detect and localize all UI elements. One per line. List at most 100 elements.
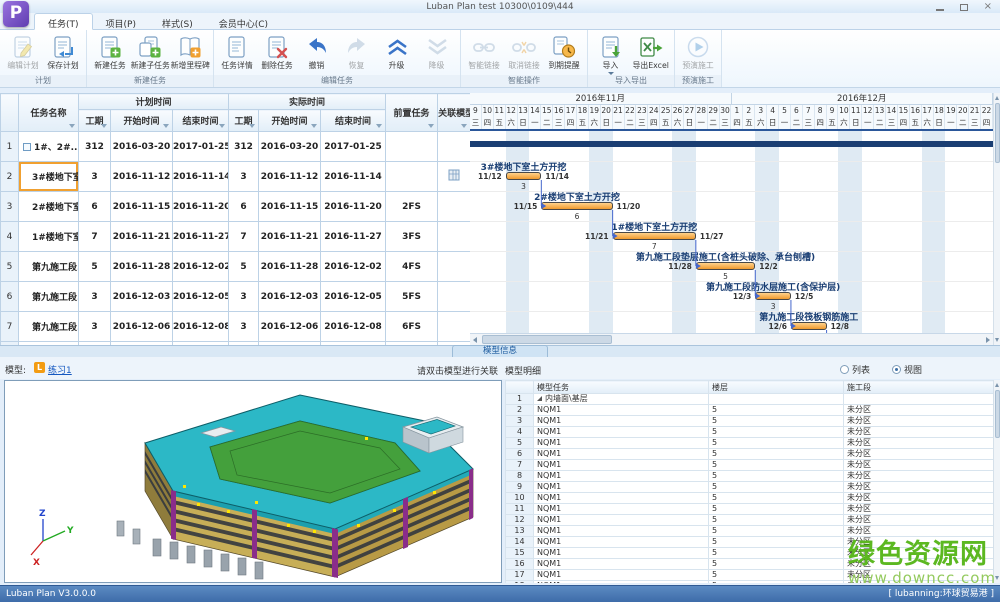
export-excel-button[interactable]: 导出Excel bbox=[631, 32, 671, 71]
menu-tab-3[interactable]: 会员中心(C) bbox=[206, 14, 281, 31]
task-row-7[interactable]: 7第九施工段...32016-12-062016-12-0832016-12-0… bbox=[1, 312, 471, 342]
filter-arrow-icon[interactable] bbox=[69, 124, 75, 128]
model-row-18[interactable]: 18NQM15未分区 bbox=[506, 581, 994, 584]
task-name-cell[interactable]: 1#、2#... bbox=[19, 132, 79, 162]
radio-列表[interactable]: 列表 bbox=[840, 363, 870, 376]
model-row-13[interactable]: 13NQM15未分区 bbox=[506, 526, 994, 537]
gantt-weekday: 五 bbox=[660, 117, 672, 129]
filter-arrow-icon[interactable] bbox=[428, 124, 434, 128]
scroll-down-arrow-icon[interactable] bbox=[995, 576, 999, 580]
delete-task-button[interactable]: 删除任务 bbox=[257, 32, 297, 71]
scroll-left-arrow-icon[interactable] bbox=[473, 337, 477, 343]
filter-arrow-icon[interactable] bbox=[101, 124, 107, 128]
gantt-weekday: 一 bbox=[613, 117, 625, 129]
task-detail-button[interactable]: 任务详情 bbox=[217, 32, 257, 71]
model-row-4[interactable]: 4NQM15未分区 bbox=[506, 427, 994, 438]
filter-arrow-icon[interactable] bbox=[376, 124, 382, 128]
task-name-cell[interactable]: 2#楼地下室... bbox=[19, 192, 79, 222]
minimize-button[interactable] bbox=[936, 9, 944, 11]
tab-model-info[interactable]: 模型信息 bbox=[452, 345, 548, 357]
gantt-chart[interactable]: 3#楼地下室土方开挖11/1211/1432#楼地下室土方开挖11/1511/2… bbox=[470, 131, 993, 333]
task-name-cell[interactable]: 3#楼地下室... bbox=[19, 162, 79, 192]
menu-tab-1[interactable]: 项目(P) bbox=[93, 14, 149, 31]
filter-arrow-icon[interactable] bbox=[219, 124, 225, 128]
new-task-button[interactable]: 新建任务 bbox=[90, 32, 130, 71]
model-row-12[interactable]: 12NQM15未分区 bbox=[506, 515, 994, 526]
task-row-5[interactable]: 5第九施工段...52016-11-282016-12-0252016-11-2… bbox=[1, 252, 471, 282]
collapse-triangle-icon[interactable] bbox=[537, 396, 542, 401]
task-row-6[interactable]: 6第九施工段...32016-12-032016-12-0532016-12-0… bbox=[1, 282, 471, 312]
scroll-right-arrow-icon[interactable] bbox=[986, 337, 990, 343]
gantt-weekday: 二 bbox=[874, 117, 886, 129]
gantt-day-number: 21 bbox=[613, 105, 625, 117]
gantt-weekday: 四 bbox=[981, 117, 993, 129]
model-row-14[interactable]: 14NQM15未分区 bbox=[506, 537, 994, 548]
filter-arrow-icon[interactable] bbox=[461, 124, 467, 128]
gantt-day-number: 24 bbox=[648, 105, 660, 117]
radio-dot-icon[interactable] bbox=[892, 365, 901, 374]
model-row-6[interactable]: 6NQM15未分区 bbox=[506, 449, 994, 460]
scroll-down-arrow-icon[interactable] bbox=[995, 338, 999, 342]
task-name-cell[interactable]: 第九施工段... bbox=[19, 282, 79, 312]
restore-button[interactable] bbox=[960, 4, 968, 11]
task-name-cell[interactable]: 第九施工段... bbox=[19, 252, 79, 282]
close-button[interactable]: × bbox=[984, 3, 992, 11]
scroll-up-arrow-icon[interactable] bbox=[995, 96, 999, 100]
model-row-10[interactable]: 10NQM15未分区 bbox=[506, 493, 994, 504]
model-row-16[interactable]: 16NQM15未分区 bbox=[506, 559, 994, 570]
filter-arrow-icon[interactable] bbox=[249, 124, 255, 128]
filter-arrow-icon[interactable] bbox=[311, 124, 317, 128]
filter-arrow-icon[interactable] bbox=[163, 124, 169, 128]
reminder-button[interactable]: 到期提醒 bbox=[544, 32, 584, 71]
model-row-15[interactable]: 15NQM15未分区 bbox=[506, 548, 994, 559]
model-row-17[interactable]: 17NQM15未分区 bbox=[506, 570, 994, 581]
gantt-weekday: 三 bbox=[553, 117, 565, 129]
model-row-7[interactable]: 7NQM15未分区 bbox=[506, 460, 994, 471]
scroll-up-arrow-icon[interactable] bbox=[995, 383, 999, 387]
menu-tab-2[interactable]: 样式(S) bbox=[149, 14, 206, 31]
task-name-cell[interactable]: 1#楼地下室... bbox=[19, 222, 79, 252]
scroll-thumb[interactable] bbox=[482, 335, 612, 344]
task-row-1[interactable]: 11#、2#...3122016-03-202017-01-253122016-… bbox=[1, 132, 471, 162]
task-row-2[interactable]: 23#楼地下室...32016-11-122016-11-1432016-11-… bbox=[1, 162, 471, 192]
task-row-4[interactable]: 41#楼地下室...72016-11-212016-11-2772016-11-… bbox=[1, 222, 471, 252]
gantt-weekday: 二 bbox=[541, 117, 553, 129]
gantt-weekday: 五 bbox=[827, 117, 839, 129]
model-detail-label: 模型明细 bbox=[505, 364, 541, 377]
model-label: 模型: bbox=[5, 363, 26, 376]
gantt-horizontal-scrollbar[interactable] bbox=[470, 333, 993, 345]
model-row-9[interactable]: 9NQM15未分区 bbox=[506, 482, 994, 493]
undo-button[interactable]: 撤销 bbox=[297, 32, 337, 71]
checkbox[interactable] bbox=[23, 143, 31, 151]
model-row-5[interactable]: 5NQM15未分区 bbox=[506, 438, 994, 449]
import-button[interactable]: 导入 bbox=[591, 32, 631, 75]
gantt-weekday: 五 bbox=[743, 117, 755, 129]
radio-视图[interactable]: 视图 bbox=[892, 363, 922, 376]
gantt-day-number: 29 bbox=[708, 105, 720, 117]
model-link[interactable]: 练习1 bbox=[48, 363, 72, 376]
new-milestone-button[interactable]: 新增里程碑 bbox=[170, 32, 210, 71]
model-row-1[interactable]: 1内墙面\基层 bbox=[506, 394, 994, 405]
gantt-weekday: 二 bbox=[625, 117, 637, 129]
model-row-3[interactable]: 3NQM15未分区 bbox=[506, 416, 994, 427]
gantt-day-number: 18 bbox=[934, 105, 946, 117]
gantt-weekday: 六 bbox=[672, 117, 684, 129]
building-model: Z Y X bbox=[5, 381, 501, 582]
menu-tab-0[interactable]: 任务(T) bbox=[34, 13, 93, 30]
model-row-11[interactable]: 11NQM15未分区 bbox=[506, 504, 994, 515]
linked-model-icon[interactable] bbox=[448, 169, 460, 181]
import-icon bbox=[598, 35, 624, 59]
model-3d-viewport[interactable]: Z Y X bbox=[4, 380, 502, 583]
gantt-vertical-scrollbar[interactable] bbox=[993, 93, 1000, 345]
scroll-thumb[interactable] bbox=[995, 390, 1000, 438]
upgrade-button[interactable]: 升级 bbox=[377, 32, 417, 71]
task-row-3[interactable]: 32#楼地下室...62016-11-152016-11-2062016-11-… bbox=[1, 192, 471, 222]
task-name-cell[interactable]: 第九施工段... bbox=[19, 312, 79, 342]
scroll-thumb[interactable] bbox=[995, 103, 1000, 163]
radio-dot-icon[interactable] bbox=[840, 365, 849, 374]
save-plan-button[interactable]: 保存计划 bbox=[43, 32, 83, 71]
new-subtask-button[interactable]: 新建子任务 bbox=[130, 32, 170, 71]
model-table-scrollbar[interactable] bbox=[993, 380, 1000, 583]
model-row-8[interactable]: 8NQM15未分区 bbox=[506, 471, 994, 482]
model-row-2[interactable]: 2NQM15未分区 bbox=[506, 405, 994, 416]
